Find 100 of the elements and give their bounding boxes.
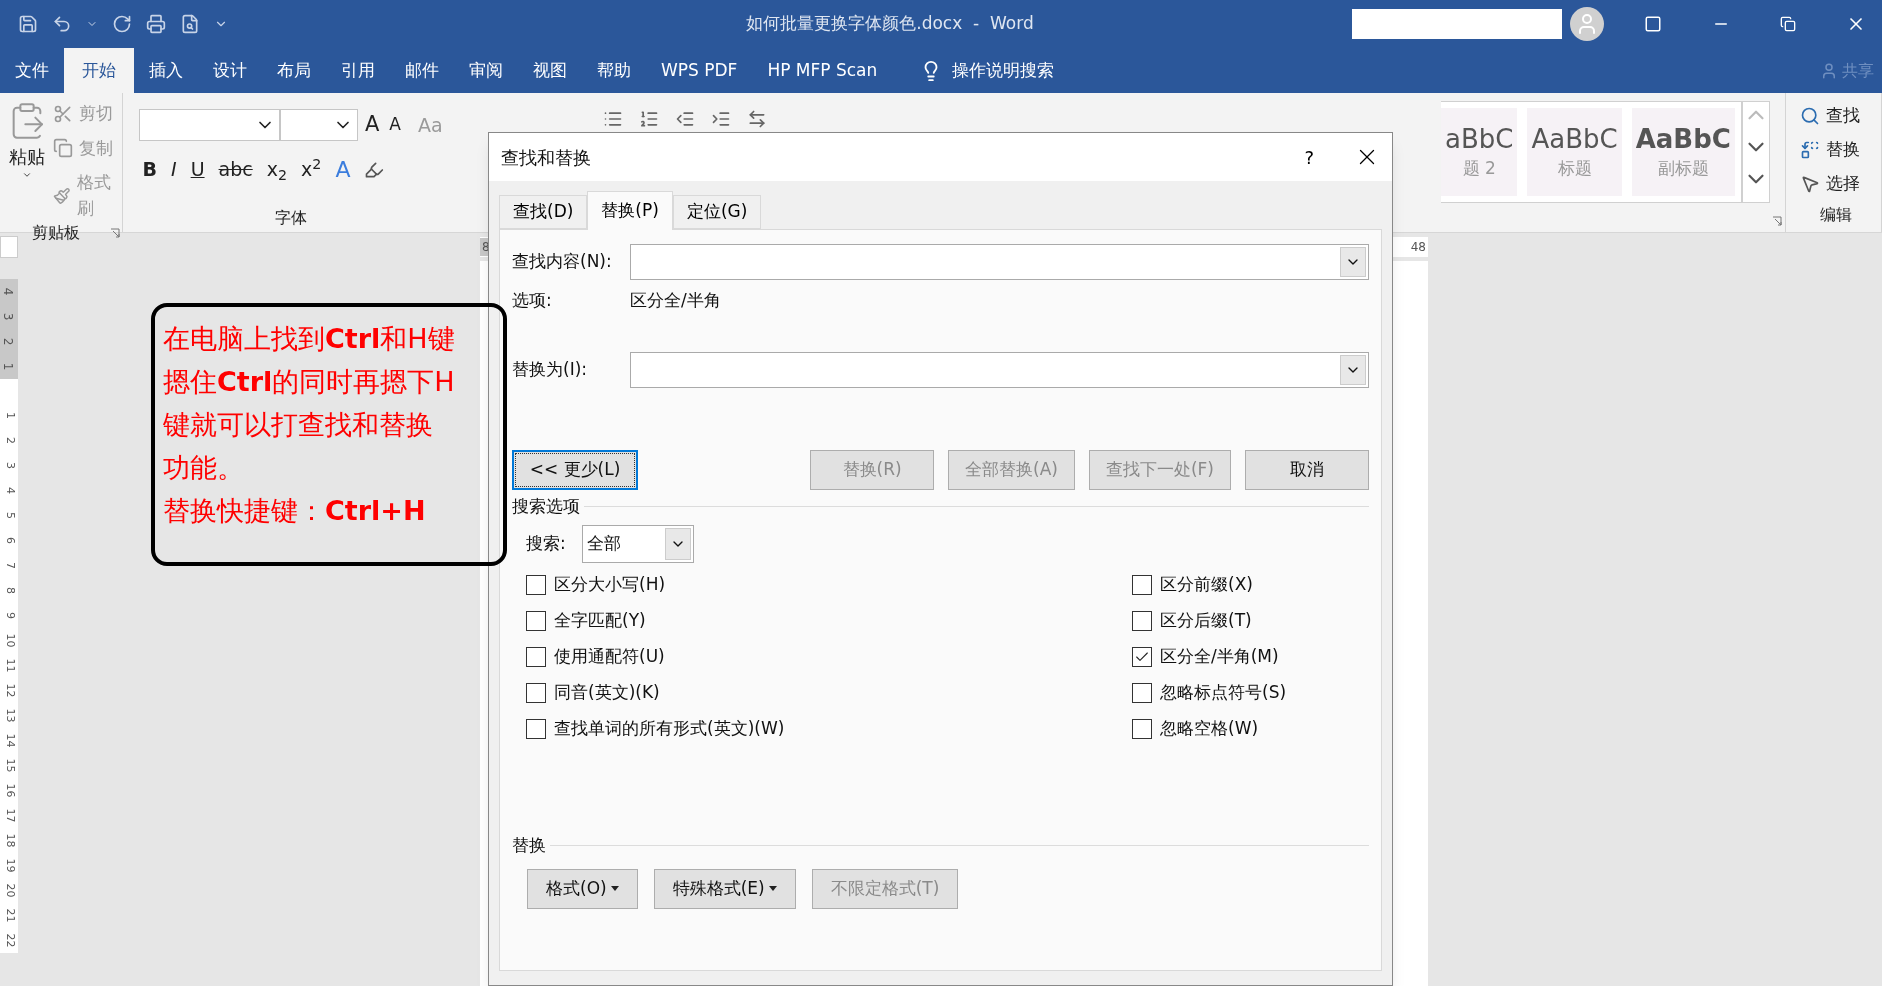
dialog-launcher-icon[interactable]	[1771, 216, 1782, 226]
brush-icon[interactable]	[53, 185, 71, 206]
ribbon-tab[interactable]: 开始	[64, 48, 134, 93]
numbering-icon[interactable]	[638, 109, 659, 129]
dialog-tab[interactable]: 替换(P)	[587, 191, 673, 230]
format-button[interactable]: x$_{2}$	[266, 155, 288, 184]
annotation-text: 功能。	[163, 451, 245, 485]
paste-button[interactable]: 粘贴	[8, 143, 45, 170]
format-option-button[interactable]: 格式(O)	[527, 868, 638, 909]
ruler-number: 2	[1, 337, 17, 346]
caret-icon[interactable]	[21, 170, 32, 180]
search-icon[interactable]	[1800, 106, 1821, 126]
checkbox[interactable]	[526, 683, 546, 703]
tell-me-search[interactable]: 操作说明搜索	[952, 57, 1055, 84]
ribbon-tab[interactable]: 设计	[198, 48, 262, 93]
annotation-text: 替换快捷键：Ctrl+H	[163, 494, 427, 528]
decrease-indent-icon[interactable]	[674, 109, 695, 129]
checkbox[interactable]	[1132, 575, 1152, 595]
ribbon-tab[interactable]: 审阅	[454, 48, 518, 93]
editing-command[interactable]: 替换	[1826, 137, 1861, 163]
ribbon-tab[interactable]: 邮件	[390, 48, 454, 93]
ruler-number: 3	[1, 312, 17, 321]
save-icon[interactable]	[18, 14, 38, 34]
ribbon-tab[interactable]: WPS PDF	[646, 48, 753, 93]
ruler-number: 5	[2, 512, 18, 519]
undo-icon[interactable]	[52, 14, 72, 34]
printer-icon[interactable]	[146, 14, 166, 34]
checkbox[interactable]	[1132, 719, 1152, 739]
checkbox[interactable]	[526, 719, 546, 739]
grow-font-button[interactable]: A	[361, 109, 383, 141]
format-button[interactable]: abc	[218, 155, 253, 184]
ruler-number: 15	[2, 758, 18, 773]
group-label: 剪贴板	[31, 222, 80, 244]
highlighter-icon[interactable]	[364, 159, 385, 180]
search-direction-select[interactable]: 全部	[582, 525, 694, 563]
ribbon-tab[interactable]: 帮助	[582, 48, 646, 93]
checkbox-label: 同音(英文)(K)	[554, 681, 660, 705]
ribbon-tab[interactable]: 布局	[262, 48, 326, 93]
font-name-field[interactable]	[138, 109, 280, 141]
editing-command[interactable]: 选择	[1826, 171, 1861, 197]
checkbox[interactable]	[526, 647, 546, 667]
checkbox[interactable]	[1132, 611, 1152, 631]
replace-icon[interactable]	[1800, 140, 1821, 160]
shrink-font-button[interactable]: A	[386, 112, 404, 138]
checkbox-label: 忽略标点符号(S)	[1160, 681, 1287, 705]
checkbox[interactable]	[526, 575, 546, 595]
font-size-field[interactable]	[279, 109, 358, 141]
dialog-title: 查找和替换	[501, 145, 591, 170]
ruler-number: 4	[2, 487, 18, 494]
ruler-number: 16	[2, 783, 18, 798]
ruler-number: 14	[2, 733, 18, 748]
checkbox[interactable]	[1132, 647, 1152, 667]
ruler-number: 20	[2, 883, 18, 898]
format-button[interactable]: x$^{2}$	[301, 155, 322, 184]
replace-field[interactable]	[630, 351, 1369, 388]
format-button[interactable]: U	[190, 155, 205, 184]
checkbox-label: 区分全/半角(M)	[1160, 645, 1279, 669]
ruler-number: 6	[2, 537, 18, 544]
copy-icon[interactable]	[53, 138, 74, 159]
dialog-launcher-icon[interactable]	[109, 228, 120, 238]
options-value: 区分全/半角	[630, 289, 721, 312]
redo-icon[interactable]	[112, 14, 132, 34]
style-name: 副标题	[1657, 157, 1709, 181]
less-button[interactable]: << 更少(L)	[512, 449, 638, 490]
dialog-tab[interactable]: 定位(G)	[672, 195, 762, 229]
account-field[interactable]	[1352, 9, 1562, 39]
format-option-button[interactable]: 特殊格式(E)	[653, 868, 796, 909]
dialog-tab[interactable]: 查找(D)	[499, 195, 588, 229]
editing-command[interactable]: 查找	[1826, 103, 1861, 129]
increase-indent-icon[interactable]	[710, 109, 731, 129]
format-button[interactable]: I	[171, 155, 177, 184]
style-tile[interactable]: aBbC 题 2	[1441, 108, 1518, 196]
text-effects-button[interactable]: A	[335, 153, 351, 186]
checkbox-label: 使用通配符(U)	[554, 645, 665, 669]
format-button[interactable]: B	[142, 155, 158, 184]
ruler-number: 22	[2, 933, 18, 948]
ribbon-display-icon[interactable]	[1644, 15, 1662, 33]
bullets-icon[interactable]	[602, 109, 623, 129]
style-tile[interactable]: AaBbC 标题	[1527, 108, 1622, 196]
ruler-number: 18	[2, 833, 18, 848]
pointer-icon[interactable]	[1800, 174, 1821, 194]
annotation-text: 摁住Ctrl的同时再摁下H	[163, 365, 456, 399]
find-field[interactable]	[630, 244, 1369, 280]
restore-icon[interactable]	[1780, 16, 1796, 32]
action-button[interactable]: 取消	[1245, 449, 1369, 490]
ribbon-tab[interactable]: 引用	[326, 48, 390, 93]
ruler-number: 8	[2, 587, 18, 594]
ribbon-tab[interactable]: HP MFP Scan	[752, 48, 893, 93]
style-tile[interactable]: AaBbC 副标题	[1631, 108, 1735, 196]
checkbox[interactable]	[526, 611, 546, 631]
ribbon-tab[interactable]: 视图	[518, 48, 582, 93]
avatar-icon[interactable]	[1570, 7, 1604, 41]
ruler-number: 17	[2, 808, 18, 823]
help-button[interactable]: ?	[1304, 143, 1314, 171]
checkbox-label: 忽略空格(W)	[1160, 717, 1259, 741]
print-preview-icon[interactable]	[180, 14, 200, 34]
ruler-number: 11	[2, 658, 18, 673]
ribbon-tab[interactable]: 文件	[0, 48, 64, 93]
checkbox[interactable]	[1132, 683, 1152, 703]
ribbon-tab[interactable]: 插入	[134, 48, 198, 93]
